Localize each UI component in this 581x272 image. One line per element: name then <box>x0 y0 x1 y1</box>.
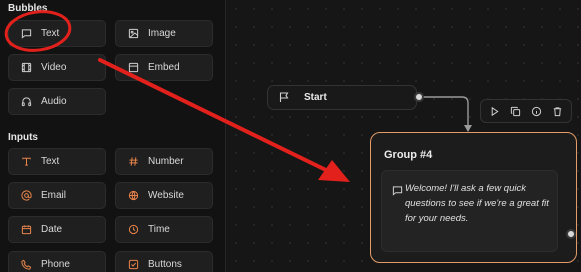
inputs-section-title: Inputs <box>8 132 38 143</box>
input-block-label: Number <box>148 156 184 167</box>
input-block-website[interactable]: Website <box>115 182 213 209</box>
bubbles-section-title: Bubbles <box>8 3 48 14</box>
calendar-icon <box>19 223 33 237</box>
input-block-text[interactable]: Text <box>8 148 106 175</box>
input-block-date[interactable]: Date <box>8 216 106 243</box>
at-icon <box>19 189 33 203</box>
start-node-label: Start <box>304 92 327 103</box>
image-icon <box>126 27 140 41</box>
headphones-icon <box>19 95 33 109</box>
start-output-port[interactable] <box>414 92 424 102</box>
bubble-block-label: Embed <box>148 62 180 73</box>
bubble-block-image[interactable]: Image <box>115 20 213 47</box>
input-block-label: Time <box>148 224 170 235</box>
group-title: Group #4 <box>384 149 433 161</box>
text-bubble-card[interactable]: Welcome! I'll ask a few quick questions … <box>381 170 558 252</box>
embed-icon <box>126 61 140 75</box>
trash-icon[interactable] <box>549 102 567 120</box>
text-input-icon <box>19 155 33 169</box>
globe-icon <box>126 189 140 203</box>
bubble-block-label: Text <box>41 28 60 39</box>
bubble-block-text[interactable]: Text <box>8 20 106 47</box>
input-block-label: Phone <box>41 259 70 270</box>
input-block-phone[interactable]: Phone <box>8 251 106 272</box>
input-block-label: Date <box>41 224 63 235</box>
bubble-block-embed[interactable]: Embed <box>115 54 213 81</box>
checkbox-icon <box>126 258 140 272</box>
group-toolbar <box>480 99 572 123</box>
input-block-time[interactable]: Time <box>115 216 213 243</box>
play-icon[interactable] <box>486 102 504 120</box>
bubble-block-label: Video <box>41 62 67 73</box>
bubble-block-label: Image <box>148 28 176 39</box>
input-block-label: Buttons <box>148 259 182 270</box>
message-icon <box>19 27 33 41</box>
group-output-port[interactable] <box>566 229 576 239</box>
text-bubble-content: Welcome! I'll ask a few quick questions … <box>405 183 549 224</box>
info-icon[interactable] <box>528 102 546 120</box>
group-node[interactable]: Group #4 Welcome! I'll ask a few quick q… <box>370 132 577 263</box>
start-node[interactable]: Start <box>267 85 417 110</box>
hash-icon <box>126 155 140 169</box>
bubble-block-audio[interactable]: Audio <box>8 88 106 115</box>
blocks-sidebar: Bubbles Text Image Video Embed Audio Inp… <box>0 0 226 272</box>
film-icon <box>19 61 33 75</box>
flag-icon <box>278 91 292 105</box>
message-icon <box>392 183 404 196</box>
bubble-block-video[interactable]: Video <box>8 54 106 81</box>
clock-icon <box>126 223 140 237</box>
input-block-label: Email <box>41 190 67 201</box>
copy-icon[interactable] <box>507 102 525 120</box>
input-block-number[interactable]: Number <box>115 148 213 175</box>
input-block-email[interactable]: Email <box>8 182 106 209</box>
input-block-buttons[interactable]: Buttons <box>115 251 213 272</box>
phone-icon <box>19 258 33 272</box>
input-block-label: Website <box>148 190 184 201</box>
input-block-label: Text <box>41 156 60 167</box>
bubble-block-label: Audio <box>41 96 67 107</box>
